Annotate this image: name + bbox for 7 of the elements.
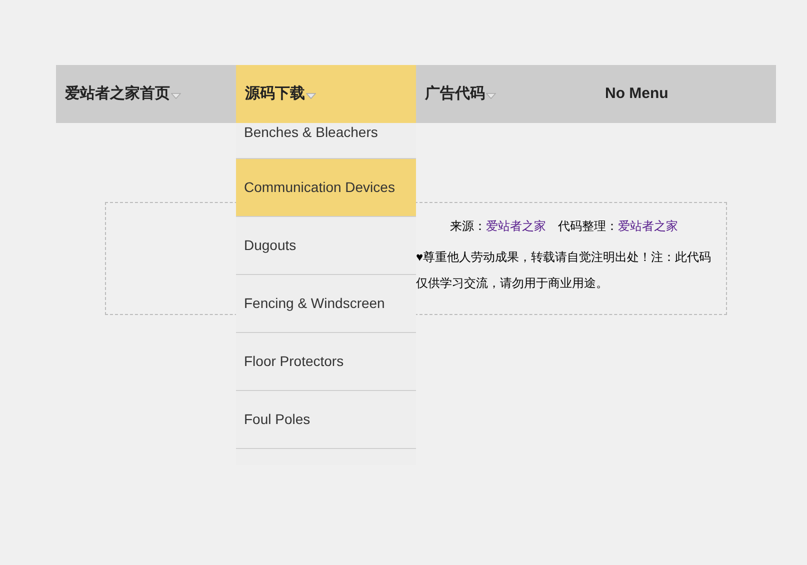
notice-text: ♥尊重他人劳动成果，转载请自觉注明出处！注：此代码仅供学习交流，请勿用于商业用途。 (416, 249, 712, 292)
editor-link[interactable]: 爱站者之家 (618, 217, 678, 235)
editor-label: 代码整理： (558, 218, 618, 235)
dropdown-item[interactable]: Communication Devices (236, 159, 416, 217)
nav-item[interactable]: 源码下载 (236, 65, 416, 123)
source-link[interactable]: 爱站者之家 (486, 217, 546, 235)
source-label: 来源： (450, 218, 486, 235)
